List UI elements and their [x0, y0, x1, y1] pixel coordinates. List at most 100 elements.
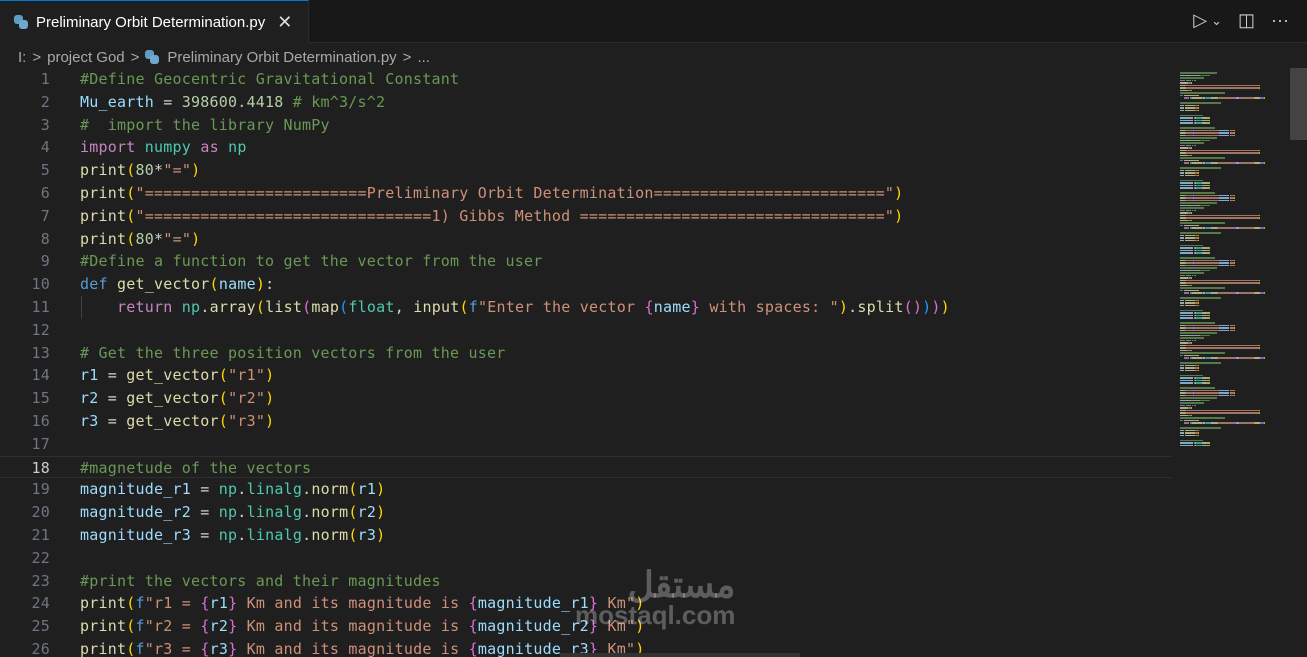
- minimap-mark: [1234, 329, 1235, 332]
- breadcrumb-folder[interactable]: project God: [47, 49, 125, 66]
- token-fn: print: [80, 617, 127, 636]
- vertical-scrollbar[interactable]: [1290, 68, 1307, 140]
- code-line[interactable]: 6 print("========================Prelimin…: [0, 182, 1172, 205]
- token-op: .: [302, 526, 312, 544]
- minimap-mark: [1180, 179, 1203, 182]
- minimap-mark: [1199, 204, 1210, 207]
- minimap-mark: [1195, 392, 1218, 394]
- minimap-mark: [1208, 252, 1210, 254]
- minimap-mark: [1198, 299, 1199, 302]
- minimap-mark: [1218, 129, 1230, 132]
- minimap-mark: [1198, 369, 1199, 372]
- breadcrumb-symbols[interactable]: ...: [417, 49, 430, 66]
- breadcrumb-file[interactable]: Preliminary Orbit Determination.py: [167, 49, 396, 66]
- token-var: r1: [209, 594, 229, 613]
- minimap-mark: [1183, 422, 1189, 424]
- code-line[interactable]: 13 # Get the three position vectors from …: [0, 342, 1172, 365]
- token-fstr: f: [468, 298, 478, 316]
- chevron-down-icon[interactable]: ⌄: [1211, 13, 1222, 29]
- token-def: def: [80, 275, 108, 294]
- minimap-mark: [1186, 274, 1191, 277]
- more-actions-icon[interactable]: ···: [1271, 10, 1289, 31]
- code-text: r3 = get_vector("r3"): [80, 410, 274, 433]
- token-fn: split: [857, 298, 904, 316]
- minimap-mark: [1259, 87, 1261, 89]
- minimap-mark: [1218, 264, 1230, 267]
- minimap-mark: [1234, 134, 1235, 137]
- code-line[interactable]: 19 magnitude_r1 = np.linalg.norm(r1): [0, 478, 1172, 501]
- token-op: =: [191, 503, 219, 522]
- python-icon: [14, 15, 28, 29]
- token-mod: np: [181, 298, 201, 316]
- code-line[interactable]: 20 magnitude_r2 = np.linalg.norm(r2): [0, 501, 1172, 524]
- code-line[interactable]: 10 def get_vector(name):: [0, 273, 1172, 296]
- token-var: r2: [357, 503, 377, 522]
- code-line[interactable]: 18 #magnetude of the vectors: [0, 455, 1172, 479]
- tab-preliminary-orbit-determination[interactable]: Preliminary Orbit Determination.py ✕: [0, 0, 309, 43]
- code-line[interactable]: 3 # import the library NumPy: [0, 114, 1172, 137]
- minimap-mark: [1186, 144, 1191, 147]
- token-var: r3: [209, 640, 229, 657]
- minimap-mark: [1191, 339, 1194, 342]
- token-fn: map: [311, 298, 340, 316]
- code-line[interactable]: 16 r3 = get_vector("r3"): [0, 410, 1172, 433]
- token-fstr: f: [135, 594, 145, 613]
- minimap-mark: [1185, 214, 1260, 217]
- horizontal-scrollbar[interactable]: [560, 653, 800, 657]
- token-kw: import: [80, 138, 136, 157]
- minimap-mark: [1180, 137, 1217, 139]
- minimap[interactable]: [1178, 68, 1290, 448]
- breadcrumb-drive[interactable]: I:: [18, 49, 26, 66]
- token-fn: get_vector: [117, 275, 210, 294]
- code-line[interactable]: 17: [0, 433, 1172, 456]
- minimap-mark: [1180, 382, 1191, 384]
- minimap-mark: [1186, 404, 1191, 407]
- line-number: 14: [31, 366, 50, 385]
- minimap-mark: [1185, 217, 1260, 219]
- minimap-mark: [1234, 392, 1235, 394]
- minimap-mark: [1234, 394, 1235, 397]
- code-line[interactable]: 12: [0, 319, 1172, 342]
- code-line[interactable]: 14 r1 = get_vector("r1"): [0, 364, 1172, 387]
- minimap-mark: [1185, 87, 1260, 89]
- token-b1: ): [191, 229, 201, 248]
- code-line[interactable]: 22: [0, 547, 1172, 570]
- minimap-mark: [1218, 357, 1235, 359]
- close-icon[interactable]: ✕: [277, 12, 292, 33]
- minimap-mark: [1195, 389, 1218, 392]
- code-line[interactable]: 7 print("===============================1…: [0, 205, 1172, 228]
- minimap-mark: [1195, 134, 1218, 137]
- code-line[interactable]: 5 print(80*"="): [0, 159, 1172, 182]
- code-line[interactable]: 11 return np.array(list(map(float, input…: [0, 296, 1172, 319]
- minimap-mark: [1183, 292, 1189, 294]
- code-line[interactable]: 21 magnitude_r3 = np.linalg.norm(r3): [0, 524, 1172, 547]
- minimap-mark: [1190, 349, 1192, 352]
- minimap-mark: [1234, 132, 1235, 134]
- token-b1: (: [126, 161, 136, 180]
- code-line[interactable]: 1 #Define Geocentric Gravitational Consta…: [0, 68, 1172, 91]
- token-fstr: f: [135, 640, 145, 657]
- minimap-mark: [1195, 262, 1218, 264]
- minimap-mark: [1180, 322, 1216, 324]
- line-number: 24: [31, 594, 50, 613]
- minimap-mark: [1218, 97, 1235, 99]
- python-icon: [145, 50, 160, 64]
- minimap-mark: [1218, 262, 1230, 264]
- minimap-mark: [1180, 374, 1203, 377]
- split-editor-icon[interactable]: ◫: [1238, 10, 1255, 31]
- token-op: .: [237, 503, 247, 522]
- code-editor[interactable]: 1 #Define Geocentric Gravitational Consta…: [0, 68, 1175, 657]
- minimap-mark: [1184, 369, 1194, 372]
- token-comment: # Get the three position vectors from th…: [80, 343, 506, 362]
- minimap-mark: [1190, 147, 1192, 149]
- token-b2: {: [200, 640, 210, 657]
- code-line[interactable]: 4 import numpy as np: [0, 136, 1172, 159]
- code-line[interactable]: 2 Mu_earth = 398600.4418 # km^3/s^2: [0, 91, 1172, 114]
- minimap-mark: [1184, 237, 1194, 239]
- run-icon[interactable]: ▷: [1193, 10, 1207, 31]
- code-line[interactable]: 9 #Define a function to get the vector fr…: [0, 250, 1172, 273]
- minimap-mark: [1198, 302, 1199, 304]
- code-line[interactable]: 8 print(80*"="): [0, 228, 1172, 251]
- minimap-mark: [1208, 117, 1210, 119]
- code-line[interactable]: 15 r2 = get_vector("r2"): [0, 387, 1172, 410]
